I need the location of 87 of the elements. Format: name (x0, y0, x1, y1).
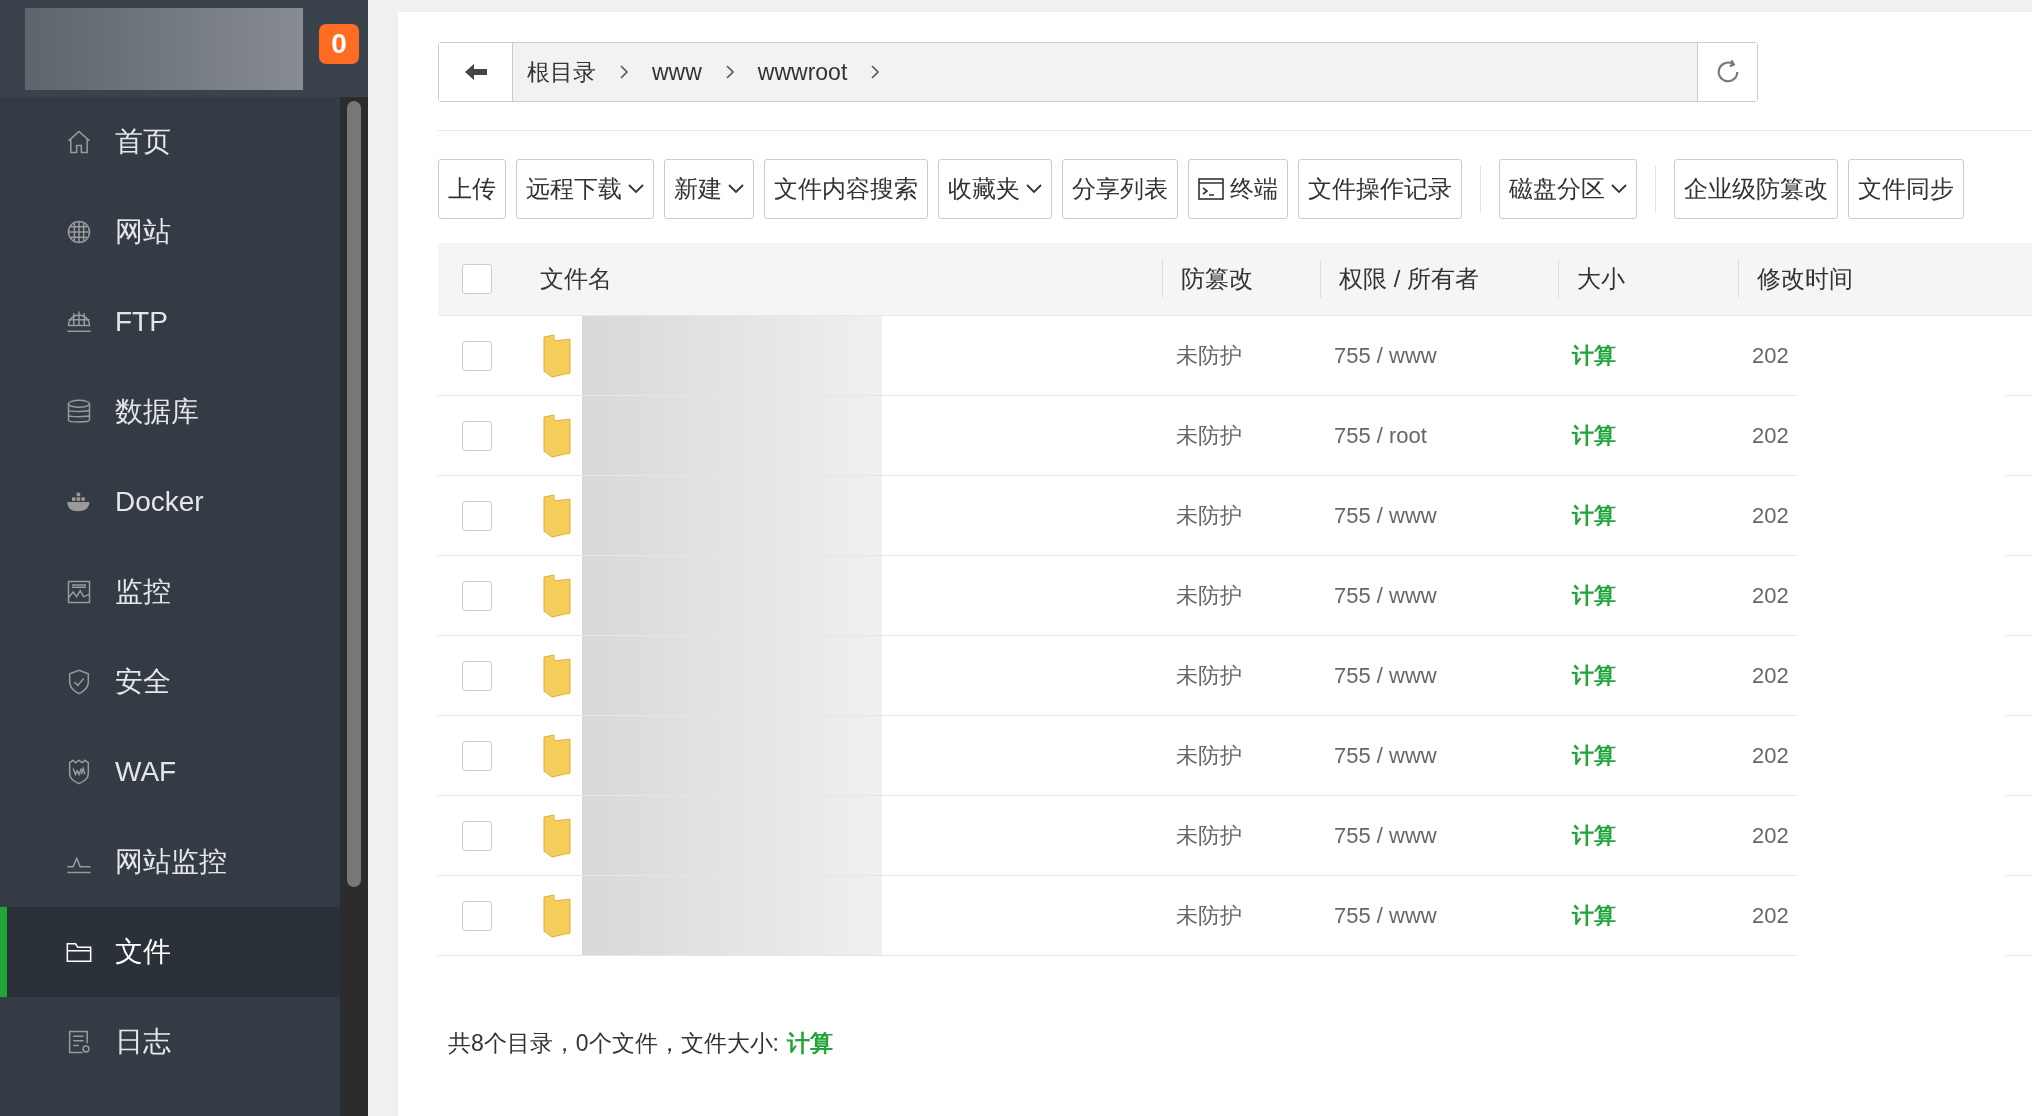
chevron-right-icon (869, 64, 882, 80)
checkbox[interactable] (462, 264, 492, 294)
table-cell-text: 未防护 (1175, 422, 1242, 448)
terminal-icon (1198, 178, 1224, 200)
sidebar-item[interactable]: 网站 (0, 187, 340, 277)
scrollbar-thumb[interactable] (347, 101, 361, 887)
folder-icon (542, 492, 572, 539)
toolbar-button[interactable]: 文件同步 (1848, 159, 1964, 219)
table-cell-text: 202 (1751, 502, 1789, 528)
checkbox[interactable] (462, 580, 492, 611)
table-cell-text: 202 (1751, 422, 1789, 448)
sidebar-item[interactable]: 日志 (0, 997, 340, 1087)
toolbar-button[interactable]: 文件操作记录 (1298, 159, 1462, 219)
folder-icon (542, 892, 572, 939)
sidebar-item[interactable]: 安全 (0, 637, 340, 727)
table-cell-text: 202 (1751, 342, 1789, 368)
summary-text: 共8个目录，0个文件，文件大小: (448, 1030, 779, 1056)
table-cell-text: 755 / root (1333, 422, 1427, 448)
sidebar-item[interactable]: 首页 (0, 97, 340, 187)
column-header[interactable]: 文件名 (540, 260, 1162, 298)
chart-icon (65, 578, 93, 606)
table-cell-text: 未防护 (1175, 662, 1242, 688)
chevron-right-icon (723, 64, 736, 80)
caret-icon (1611, 184, 1627, 194)
checkbox[interactable] (462, 820, 492, 851)
folder-icon (542, 732, 572, 779)
toolbar-button[interactable]: 文件内容搜索 (764, 159, 928, 219)
column-header[interactable]: 防篡改 (1162, 260, 1320, 298)
sidebar-item[interactable]: 数据库 (0, 367, 340, 457)
sidebar-item[interactable]: 网站监控 (0, 817, 340, 907)
sidebar-item[interactable]: Docker (0, 457, 340, 547)
toolbar-button[interactable]: 分享列表 (1062, 159, 1178, 219)
folder-icon (542, 812, 572, 859)
table-cell-text: 202 (1751, 902, 1789, 928)
caret-icon (1026, 184, 1042, 194)
table-cell-text: 755 / www (1333, 902, 1437, 928)
sidebar-item[interactable]: 监控 (0, 547, 340, 637)
folder-icon (542, 332, 572, 379)
checkbox[interactable] (462, 900, 492, 931)
column-header[interactable]: 权限 / 所有者 (1320, 260, 1558, 298)
folder-icon (542, 652, 572, 699)
table-cell-text: 未防护 (1175, 822, 1242, 848)
checkbox[interactable] (462, 660, 492, 691)
home-icon (65, 128, 93, 156)
toolbar-button[interactable]: 收藏夹 (938, 159, 1052, 219)
toolbar-button[interactable]: 企业级防篡改 (1674, 159, 1838, 219)
toolbar-button[interactable]: 上传 (438, 159, 506, 219)
table-cell-text: 未防护 (1175, 502, 1242, 528)
table-cell-text: 755 / www (1333, 822, 1437, 848)
checkbox[interactable] (462, 740, 492, 771)
table-cell-text: 202 (1751, 822, 1789, 848)
checkbox[interactable] (462, 500, 492, 531)
folder-icon (542, 412, 572, 459)
table-cell-text: 未防护 (1175, 902, 1242, 928)
toolbar-button[interactable]: 磁盘分区 (1499, 159, 1637, 219)
table-cell-text: 202 (1751, 582, 1789, 608)
folder-icon (542, 572, 572, 619)
table-cell-text: 未防护 (1175, 742, 1242, 768)
table-cell-text: 755 / www (1333, 342, 1437, 368)
caret-icon (628, 184, 644, 194)
table-cell-text: 755 / www (1333, 582, 1437, 608)
column-header[interactable]: 大小 (1558, 260, 1738, 298)
refresh-button[interactable] (1697, 43, 1757, 101)
table-cell-text: 未防护 (1175, 582, 1242, 608)
breadcrumb-link[interactable]: 根目录 (527, 56, 596, 88)
table-cell-text: 202 (1751, 662, 1789, 688)
column-header[interactable]: 修改时间 (1738, 260, 2032, 298)
table-cell-text: 202 (1751, 742, 1789, 768)
table-cell-text: 755 / www (1333, 742, 1437, 768)
caret-icon (728, 184, 744, 194)
sidebar-item[interactable]: WAF (0, 727, 340, 817)
sidebar-item[interactable]: FTP (0, 277, 340, 367)
table-cell-text: 755 / www (1333, 662, 1437, 688)
database-icon (65, 398, 93, 426)
toolbar-button[interactable]: 新建 (664, 159, 754, 219)
toolbar-button[interactable]: 远程下载 (516, 159, 654, 219)
back-button[interactable] (439, 43, 513, 101)
breadcrumb-link[interactable]: www (652, 58, 702, 86)
globe-icon (65, 218, 93, 246)
chevron-right-icon (618, 64, 630, 80)
table-cell-text: 未防护 (1175, 342, 1242, 368)
checkbox[interactable] (462, 340, 492, 371)
breadcrumb-link[interactable]: wwwroot (757, 58, 848, 86)
toolbar-button[interactable]: 终端 (1188, 159, 1288, 219)
table-cell-text: 755 / www (1333, 502, 1437, 528)
checkbox[interactable] (462, 420, 492, 451)
sidebar-item[interactable]: 文件 (0, 907, 340, 997)
